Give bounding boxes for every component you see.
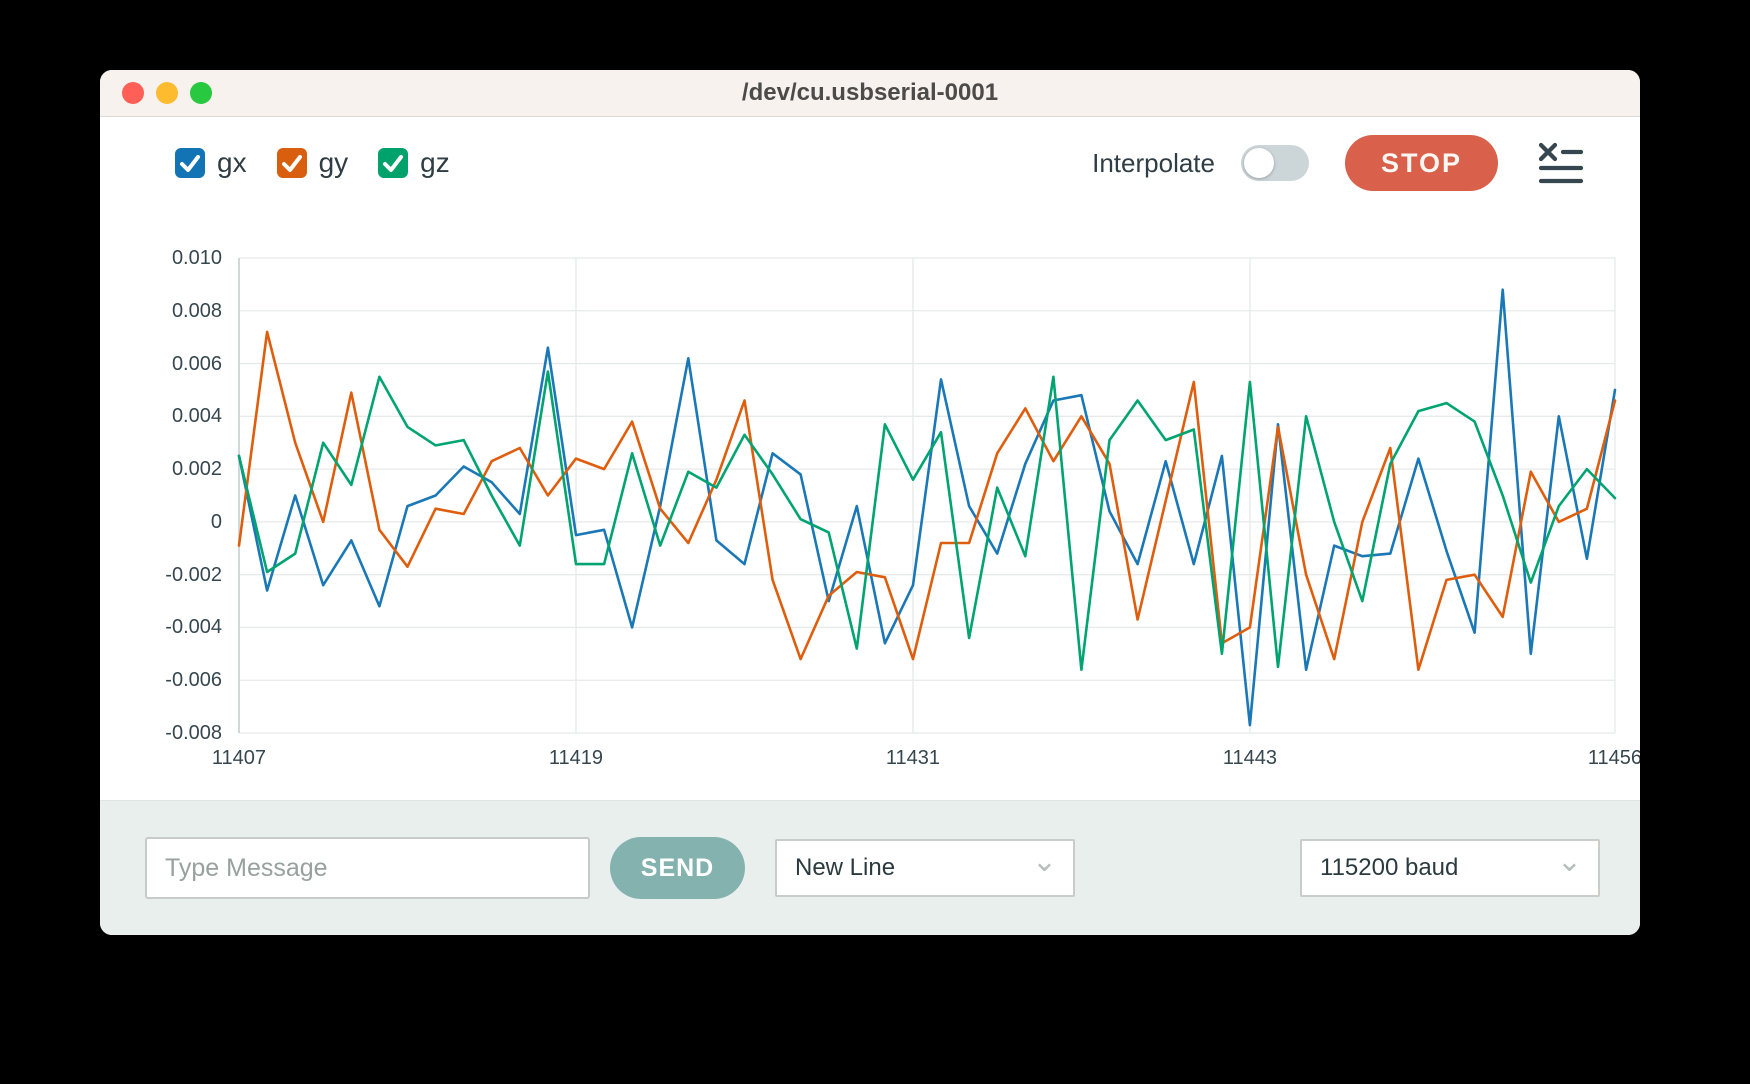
toolbar-right-group: Interpolate STOP xyxy=(1092,135,1584,191)
line-ending-select[interactable]: New Line ⌄ xyxy=(775,839,1075,897)
interpolate-label: Interpolate xyxy=(1092,148,1215,179)
clear-list-icon[interactable] xyxy=(1536,141,1584,185)
serial-plotter-window: /dev/cu.usbserial-0001 gx gy gz Interpolat… xyxy=(100,70,1640,935)
series-checkbox-gy[interactable]: gy xyxy=(277,147,349,179)
line-chart: 0.010 0.008 0.006 0.004 0.002 0 -0.002 -0.004 -0… xyxy=(100,209,1640,809)
y-tick-label: 0.006 xyxy=(100,351,222,377)
chevron-down-icon: ⌄ xyxy=(1032,852,1057,872)
interpolate-toggle[interactable] xyxy=(1241,145,1309,181)
window-title: /dev/cu.usbserial-0001 xyxy=(100,70,1640,116)
y-tick-label: -0.002 xyxy=(100,562,222,588)
baud-rate-select[interactable]: 115200 baud ⌄ xyxy=(1300,839,1600,897)
message-bar: SEND New Line ⌄ 115200 baud ⌄ xyxy=(100,800,1640,935)
checkbox-checked-icon xyxy=(378,148,408,178)
plot-area xyxy=(239,258,1615,733)
series-checkbox-gz[interactable]: gz xyxy=(378,147,450,179)
toolbar: gx gy gz Interpolate STOP xyxy=(100,117,1640,209)
series-checkbox-label: gz xyxy=(420,147,450,179)
window-titlebar: /dev/cu.usbserial-0001 xyxy=(100,70,1640,117)
y-tick-label: 0.008 xyxy=(100,298,222,324)
stop-button[interactable]: STOP xyxy=(1345,135,1498,191)
y-tick-label: 0 xyxy=(100,509,222,535)
series-toggle-group: gx gy gz xyxy=(175,147,450,179)
x-tick-label: 11443 xyxy=(1200,747,1300,770)
series-checkbox-label: gx xyxy=(217,147,247,179)
y-tick-label: 0.004 xyxy=(100,403,222,429)
checkbox-checked-icon xyxy=(175,148,205,178)
series-checkbox-gx[interactable]: gx xyxy=(175,147,247,179)
line-ending-value: New Line xyxy=(795,854,895,882)
checkbox-checked-icon xyxy=(277,148,307,178)
x-tick-label: 11419 xyxy=(526,747,626,770)
series-checkbox-label: gy xyxy=(319,147,349,179)
y-tick-label: 0.010 xyxy=(100,245,222,271)
send-button[interactable]: SEND xyxy=(610,837,745,899)
y-tick-label: -0.006 xyxy=(100,667,222,693)
toggle-knob-icon xyxy=(1244,148,1274,178)
x-tick-label: 11407 xyxy=(189,747,289,770)
y-tick-label: -0.008 xyxy=(100,720,222,746)
baud-rate-value: 115200 baud xyxy=(1320,854,1458,882)
x-tick-label: 11431 xyxy=(863,747,963,770)
y-tick-label: -0.004 xyxy=(100,614,222,640)
message-input[interactable] xyxy=(145,837,590,899)
x-tick-label: 11456 xyxy=(1565,747,1640,770)
chevron-down-icon: ⌄ xyxy=(1557,852,1582,872)
y-tick-label: 0.002 xyxy=(100,456,222,482)
desktop-background: /dev/cu.usbserial-0001 gx gy gz Interpolat… xyxy=(0,0,1750,1084)
